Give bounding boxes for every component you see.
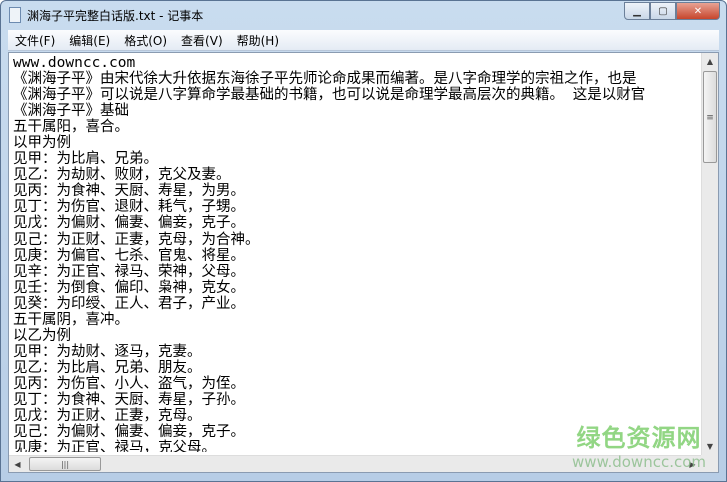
maximize-button[interactable]: ▢ bbox=[650, 2, 676, 20]
vertical-scroll-thumb[interactable]: ≡ bbox=[703, 71, 717, 163]
editor-area: www.downcc.com 《渊海子平》由宋代徐大升依据东海徐子平先师论命成果而… bbox=[8, 52, 719, 473]
text-line: 见丁：为食神、天厨、寿星，子孙。 bbox=[13, 391, 245, 408]
scroll-left-arrow-icon[interactable]: ◀ bbox=[9, 456, 26, 473]
text-line: 见丙：为食神、天厨、寿星，为男。 bbox=[13, 183, 245, 200]
minimize-button[interactable]: ▁ bbox=[624, 2, 650, 20]
text-line: 《渊海子平》基础 bbox=[13, 103, 129, 120]
vertical-scrollbar[interactable]: ▲ ≡ ▼ bbox=[701, 53, 718, 455]
text-line: 五干属阳，喜合。 bbox=[13, 119, 129, 136]
menu-bar: 文件(F) 编辑(E) 格式(O) 查看(V) 帮助(H) bbox=[8, 30, 719, 51]
text-line: 《渊海子平》由宋代徐大升依据东海徐子平先师论命成果而编著。是八字命理学的宗祖之作… bbox=[13, 71, 637, 88]
watermark-text: 绿色资源网 bbox=[576, 424, 702, 452]
text-line: www.downcc.com bbox=[13, 55, 136, 71]
text-line: 见癸：为印绶、正人、君子，产业。 bbox=[13, 295, 245, 312]
text-line: 见辛：为正官、禄马、荣神，父母。 bbox=[13, 263, 245, 280]
text-line: 见戊：为偏财、偏妻、偏妾，克子。 bbox=[13, 215, 245, 232]
scroll-up-arrow-icon[interactable]: ▲ bbox=[702, 53, 718, 70]
menu-file[interactable]: 文件(F) bbox=[8, 32, 62, 49]
text-line: 以甲为例 bbox=[13, 135, 71, 152]
text-line: 见丁：为伤官、退财、耗气，子甥。 bbox=[13, 199, 245, 216]
text-line: 见己：为正财、正妻，克母，为合神。 bbox=[13, 231, 260, 248]
watermark: 绿色资源网 www.downcc.com bbox=[572, 418, 706, 471]
notepad-window: 渊海子平完整白话版.txt - 记事本 ▁ ▢ ✕ 文件(F) 编辑(E) 格式… bbox=[0, 0, 727, 482]
text-line: 五干属阴，喜冲。 bbox=[13, 311, 129, 328]
text-line: 见乙：为比肩、兄弟、朋友。 bbox=[13, 359, 202, 376]
text-line: 见乙：为劫财、败财，克父及妻。 bbox=[13, 167, 231, 184]
menu-format[interactable]: 格式(O) bbox=[117, 32, 174, 49]
text-line: 见庚：为偏官、七杀、官鬼、将星。 bbox=[13, 247, 245, 264]
menu-view[interactable]: 查看(V) bbox=[174, 32, 230, 49]
menu-edit[interactable]: 编辑(E) bbox=[62, 32, 117, 49]
title-bar: 渊海子平完整白话版.txt - 记事本 ▁ ▢ ✕ bbox=[1, 1, 726, 29]
text-line: 以乙为例 bbox=[13, 327, 71, 344]
text-line: 见甲：为比肩、兄弟。 bbox=[13, 151, 158, 168]
text-editor[interactable]: www.downcc.com 《渊海子平》由宋代徐大升依据东海徐子平先师论命成果而… bbox=[13, 55, 698, 452]
notepad-icon bbox=[9, 7, 21, 23]
text-line: 《渊海子平》可以说是八字算命学最基础的书籍，也可以说是命理学最高层次的典籍。 这… bbox=[13, 87, 646, 104]
window-title: 渊海子平完整白话版.txt - 记事本 bbox=[27, 8, 204, 23]
horizontal-scroll-thumb[interactable]: ||| bbox=[29, 457, 101, 471]
close-button[interactable]: ✕ bbox=[676, 2, 720, 20]
text-line: 见甲：为劫财、逐马，克妻。 bbox=[13, 343, 202, 360]
watermark-url: www.downcc.com bbox=[572, 453, 706, 471]
text-line: 见壬：为倒食、偏印、枭神，克女。 bbox=[13, 279, 245, 296]
menu-help[interactable]: 帮助(H) bbox=[230, 32, 286, 49]
text-line: 见丙：为伤官、小人、盗气，为侄。 bbox=[13, 375, 245, 392]
